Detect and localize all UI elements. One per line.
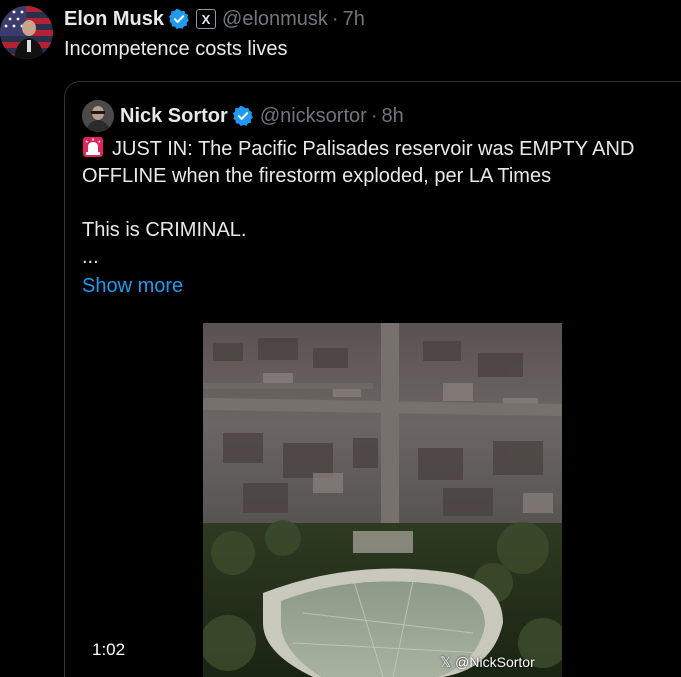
verified-badge-icon[interactable] [232,105,254,127]
video-duration: 1:02 [92,640,126,659]
outer-tweet-header: Elon Musk X @elonmusk · 7h [64,6,365,32]
siren-emoji-icon [82,136,104,158]
tweet-timestamp[interactable]: 7h [343,8,365,31]
quoted-text-line-1: JUST IN: The Pacific Palisades reservoir… [82,136,677,190]
verified-badge-icon[interactable] [168,8,190,30]
x-affiliate-icon[interactable]: X [196,9,217,29]
header-separator: · [370,104,378,127]
tweet-page: Elon Musk X @elonmusk · 7h Incompetence … [0,0,681,677]
show-more-link[interactable]: Show more [82,275,183,298]
avatar-elon[interactable] [0,6,53,59]
author-name[interactable]: Elon Musk [64,8,164,31]
quoted-text-ellipsis: ... [82,246,99,268]
quoted-tweet-timestamp[interactable]: 8h [381,105,403,128]
header-separator: · [331,7,339,30]
video-thumbnail[interactable] [203,323,562,677]
quoted-tweet-text: JUST IN: The Pacific Palisades reservoir… [82,136,677,271]
quoted-author-name[interactable]: Nick Sortor [120,105,228,128]
quoted-text-line-1-text: JUST IN: The Pacific Palisades reservoir… [82,138,635,187]
quoted-tweet-header: Nick Sortor @nicksortor · 8h [120,102,404,130]
quoted-author-handle[interactable]: @nicksortor [260,105,367,128]
video-watermark: 𝕏 @NickSortor [440,654,535,670]
avatar-nick[interactable] [82,100,114,132]
tweet-text: Incompetence costs lives [64,38,288,60]
author-handle[interactable]: @elonmusk [222,8,328,31]
quoted-text-line-2: This is CRIMINAL. [82,219,247,241]
